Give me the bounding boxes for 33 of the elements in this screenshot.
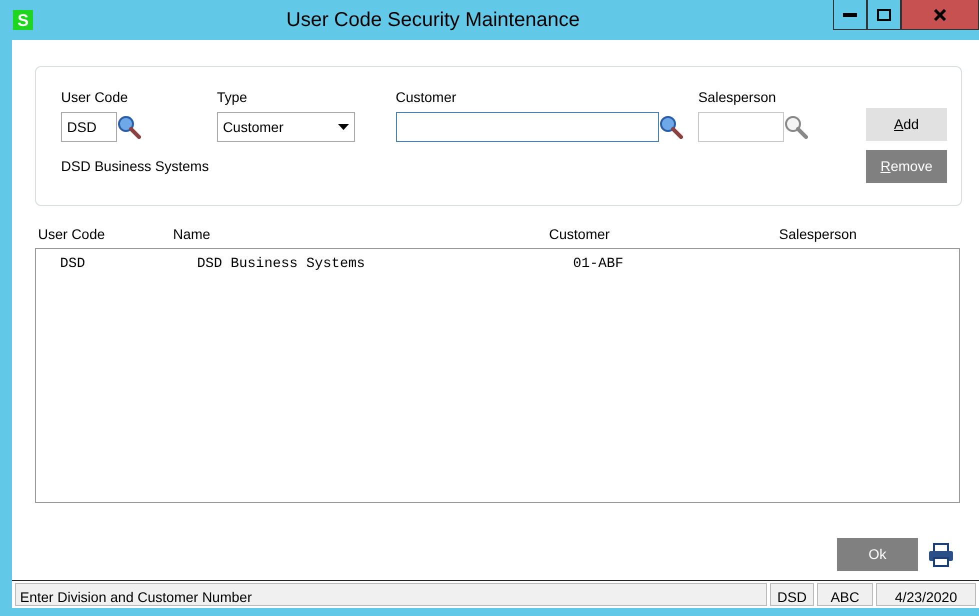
maximize-button[interactable] [867, 0, 901, 30]
type-dropdown[interactable]: Customer [216, 112, 355, 142]
column-header: User Code [38, 226, 105, 242]
field-label: Customer [396, 88, 458, 107]
column-header: Salesperson [779, 226, 857, 242]
customer-field[interactable] [396, 112, 659, 142]
status-message: Enter Division and Customer Number [15, 583, 767, 606]
caret-icon [338, 124, 349, 130]
search-icon[interactable] [117, 115, 141, 139]
close-button[interactable] [901, 0, 979, 30]
app-logo: S [13, 10, 33, 30]
field-label: Type [216, 88, 248, 107]
status-field: DSD [770, 583, 814, 606]
maximize-icon [877, 8, 891, 20]
search-icon[interactable] [658, 115, 683, 139]
table-cell: DSD [60, 256, 86, 272]
minimize-icon [843, 12, 857, 18]
column-header: Name [173, 226, 210, 242]
status-field: ABC [817, 583, 873, 606]
close-icon [933, 8, 947, 20]
printer-icon[interactable] [928, 542, 954, 566]
add-button[interactable]: Add [866, 108, 948, 141]
field-label: Salesperson [698, 88, 778, 107]
user-code-field[interactable]: DSD [61, 112, 117, 142]
user-description: DSD Business Systems [61, 157, 210, 176]
table-cell: 01-ABF [573, 256, 624, 272]
table-cell: DSD Business Systems [197, 256, 366, 272]
window-title: User Code Security Maintenance [285, 8, 581, 33]
column-header: Customer [549, 226, 610, 242]
search-icon[interactable] [784, 115, 808, 139]
status-field: 4/23/2020 [876, 583, 976, 606]
minimize-button[interactable] [833, 0, 867, 30]
field-label: User Code [61, 88, 129, 107]
